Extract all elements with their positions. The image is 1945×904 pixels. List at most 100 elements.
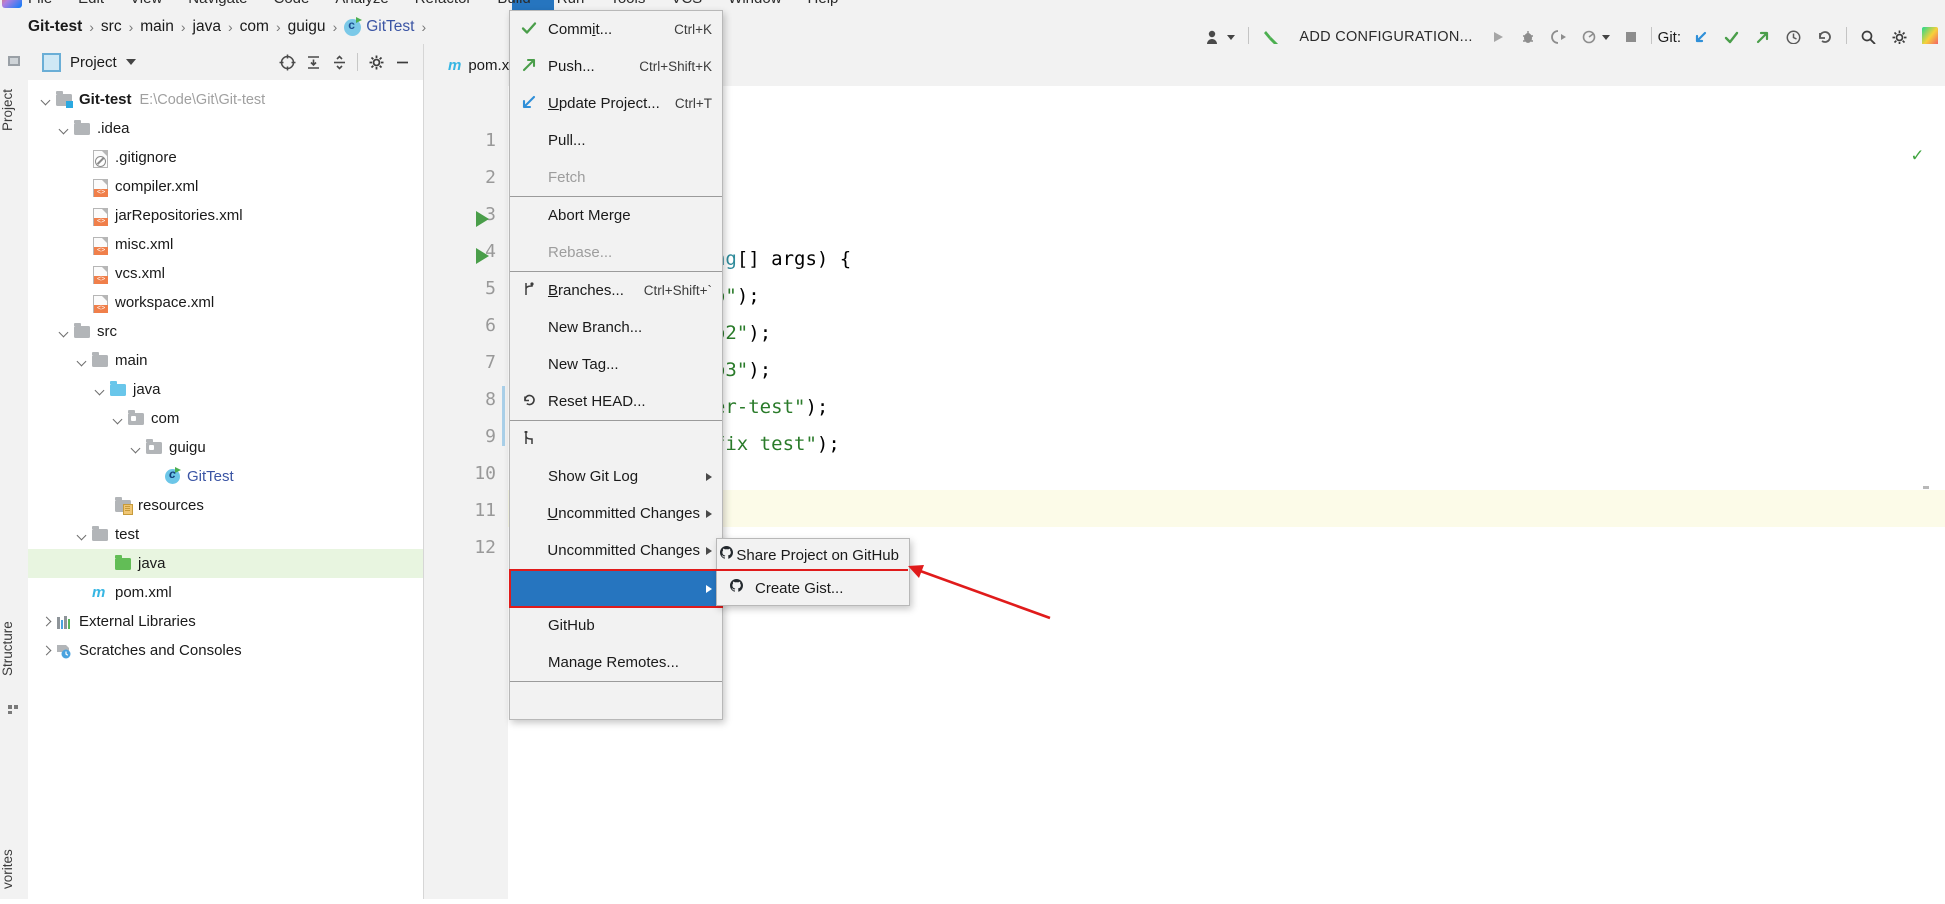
chevron-down-icon[interactable]	[125, 59, 136, 65]
menu-build[interactable]: Build	[497, 0, 530, 7]
breadcrumb-item-src[interactable]: src	[101, 18, 122, 36]
menu-window[interactable]: Window	[728, 0, 781, 7]
menu-item-patch[interactable]: Show Git Log	[510, 458, 722, 495]
tree-row-guigu[interactable]: guigu	[28, 433, 423, 462]
tree-row-test-java-selected[interactable]: java	[28, 549, 423, 578]
menu-item-uncommitted-changes[interactable]: Uncommitted Changes	[510, 495, 722, 532]
chevron-down-icon[interactable]	[76, 528, 89, 541]
menu-help[interactable]: Help	[808, 0, 839, 7]
hide-panel-icon[interactable]	[389, 44, 415, 80]
menu-analyze[interactable]: Analyze	[335, 0, 388, 7]
project-file-tree[interactable]: Git-test E:\Code\Git\Git-test .idea .git…	[28, 80, 423, 904]
chevron-down-icon[interactable]	[130, 441, 143, 454]
menu-run[interactable]: Run	[557, 0, 585, 7]
chevron-right-icon[interactable]	[40, 615, 53, 628]
menu-code[interactable]: Code	[273, 0, 309, 7]
tree-row-main[interactable]: main	[28, 346, 423, 375]
editor-gutter[interactable]: 1 2 3 4 5 6 7 8 9 10 11 12	[424, 86, 508, 899]
settings-gear-icon[interactable]	[363, 44, 389, 80]
tree-row-git-test[interactable]: Git-test E:\Code\Git\Git-test	[28, 85, 423, 114]
chevron-down-icon[interactable]	[40, 93, 53, 106]
menu-item-manage-remotes[interactable]: GitHub	[510, 607, 722, 644]
breadcrumb-item-com[interactable]: com	[240, 18, 269, 36]
chevron-down-icon[interactable]	[58, 122, 71, 135]
menu-item-push[interactable]: Push... Ctrl+Shift+K	[510, 48, 722, 85]
chevron-down-icon[interactable]	[112, 412, 125, 425]
breadcrumb-item-main[interactable]: main	[140, 18, 174, 36]
tree-row-idea[interactable]: .idea	[28, 114, 423, 143]
menu-item-new-branch[interactable]: New Branch...	[510, 309, 722, 346]
tree-row-pom-xml[interactable]: m pom.xml	[28, 578, 423, 607]
menu-refactor[interactable]: Refactor	[415, 0, 472, 7]
menu-item-branches[interactable]: Branches... Ctrl+Shift+`	[510, 272, 722, 309]
tree-row-src[interactable]: src	[28, 317, 423, 346]
tree-label: src	[97, 323, 117, 340]
chevron-down-icon[interactable]	[94, 383, 107, 396]
expand-all-icon[interactable]	[300, 44, 326, 80]
tree-row-scratches-consoles[interactable]: Scratches and Consoles	[28, 636, 423, 665]
submenu-item-create-gist[interactable]: Create Gist...	[717, 572, 909, 605]
menu-item-new-tag[interactable]: New Tag...	[510, 346, 722, 383]
breadcrumb-item-java[interactable]: java	[193, 18, 221, 36]
tree-row-misc-xml[interactable]: <> misc.xml	[28, 230, 423, 259]
menu-item-commit[interactable]: Commit... Ctrl+K	[510, 11, 722, 48]
menu-item-pull[interactable]: Pull...	[510, 122, 722, 159]
menu-file[interactable]: File	[28, 0, 52, 7]
tree-row-com[interactable]: com	[28, 404, 423, 433]
tree-row-resources[interactable]: resources	[28, 491, 423, 520]
code-content[interactable]: igu; itTest { tic void main(String[] arg…	[508, 86, 1945, 899]
add-configuration-button[interactable]: ADD CONFIGURATION...	[1289, 29, 1482, 45]
project-tool-label[interactable]: Project	[0, 70, 28, 150]
menu-item-abort-merge[interactable]: Abort Merge	[510, 197, 722, 234]
run-method-gutter-icon[interactable]	[476, 248, 489, 264]
menu-edit[interactable]: Edit	[78, 0, 104, 7]
submenu-item-share-project-on-github[interactable]: Share Project on GitHub	[717, 539, 909, 572]
select-opened-file-icon[interactable]	[274, 44, 300, 80]
chevron-down-icon[interactable]	[76, 354, 89, 367]
menu-item-vcs-operations[interactable]	[510, 682, 722, 719]
submenu-label: Share Project on GitHub	[736, 547, 899, 564]
tree-row-gitignore[interactable]: .gitignore	[28, 143, 423, 172]
collapse-all-icon[interactable]	[326, 44, 352, 80]
run-class-gutter-icon[interactable]	[476, 211, 489, 227]
tree-label: com	[151, 410, 180, 427]
menu-label: Push...	[548, 58, 595, 75]
menu-item-github[interactable]	[509, 569, 723, 608]
tree-row-vcs-xml[interactable]: <> vcs.xml	[28, 259, 423, 288]
menu-item-clone[interactable]: Manage Remotes...	[510, 644, 722, 681]
menu-item-update-project[interactable]: Update Project... Ctrl+T	[510, 85, 722, 122]
chevron-right-icon[interactable]	[40, 644, 53, 657]
tree-row-gittest-class[interactable]: GitTest	[28, 462, 423, 491]
structure-tool-label[interactable]: Structure	[0, 604, 28, 694]
tree-row-compiler-xml[interactable]: <> compiler.xml	[28, 172, 423, 201]
chevron-down-icon[interactable]	[58, 325, 71, 338]
menu-view[interactable]: View	[130, 0, 162, 7]
breadcrumb-item-project[interactable]: Git-test	[28, 18, 82, 36]
inspection-ok-check[interactable]: ✓	[1912, 144, 1923, 166]
xml-file-icon: <>	[92, 294, 109, 313]
tree-label: .idea	[97, 120, 130, 137]
tree-row-java-source-root[interactable]: java	[28, 375, 423, 404]
tree-row-jarrepositories-xml[interactable]: <> jarRepositories.xml	[28, 201, 423, 230]
menu-item-current-file[interactable]: Uncommitted Changes	[510, 532, 722, 569]
tree-row-workspace-xml[interactable]: <> workspace.xml	[28, 288, 423, 317]
menu-item-show-git-log[interactable]	[510, 421, 722, 458]
tree-row-test[interactable]: test	[28, 520, 423, 549]
tree-row-external-libraries[interactable]: External Libraries	[28, 607, 423, 636]
code-fold-indicator[interactable]	[502, 386, 505, 446]
vcs-dropdown-menu[interactable]: Commit... Ctrl+K Push... Ctrl+Shift+K Up…	[509, 10, 723, 720]
menu-vcs[interactable]: VCS	[671, 0, 702, 7]
menu-label: New Branch...	[548, 319, 643, 336]
project-panel-title: Project	[70, 53, 117, 71]
github-submenu[interactable]: Share Project on GitHub Create Gist...	[716, 538, 910, 606]
folder-icon	[92, 525, 109, 543]
menu-tools[interactable]: Tools	[610, 0, 645, 7]
favorites-tool-label[interactable]: vorites	[0, 834, 28, 904]
tree-label: misc.xml	[115, 236, 174, 253]
menu-item-reset-head[interactable]: Reset HEAD...	[510, 383, 722, 420]
menubar-items[interactable]: File Edit View Navigate Code Analyze Ref…	[28, 0, 838, 7]
menu-navigate[interactable]: Navigate	[188, 0, 247, 7]
menu-shortcut: Ctrl+K	[674, 22, 712, 37]
breadcrumb-item-guigu[interactable]: guigu	[288, 18, 326, 36]
breadcrumb-item-gittest[interactable]: GitTest	[366, 18, 414, 36]
